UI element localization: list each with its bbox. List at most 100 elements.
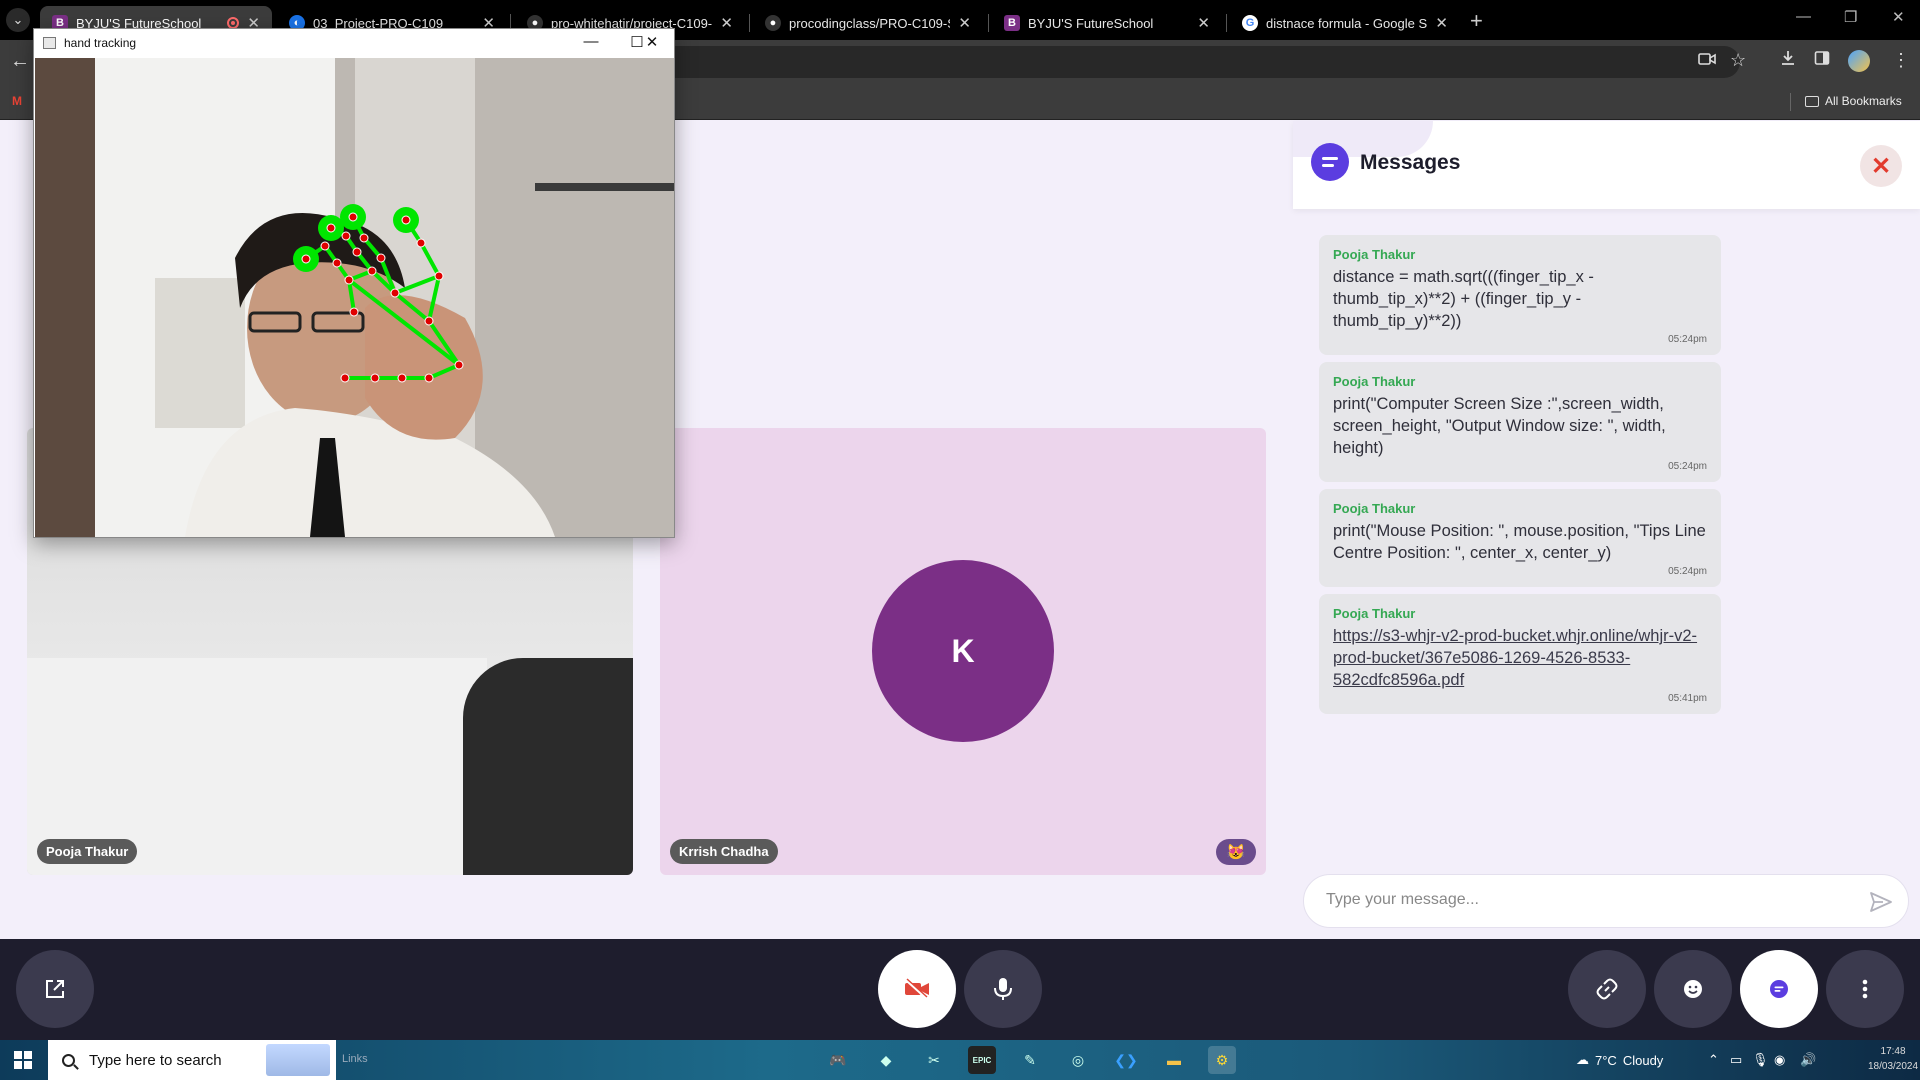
hand-tracking-titlebar[interactable]: hand tracking — ☐ ✕ [34,29,674,58]
video-feed-chair [463,658,633,875]
chrome-icon[interactable]: ◎ [1064,1046,1092,1074]
mic-tray-icon[interactable]: 🎙 [1752,1052,1769,1068]
participant-tile-krrish: K Krrish Chadha 😻 [660,428,1266,875]
close-chat-button[interactable]: ✕ [1860,145,1902,187]
windows-start-icon[interactable] [14,1051,32,1069]
chat-logo-icon [1311,143,1349,181]
tab-github-student[interactable]: ● procodingclass/PRO-C109-Stud ✕ [753,6,983,40]
reaction-emoji-icon: 😻 [1216,839,1256,865]
message-time: 05:24pm [1668,334,1707,345]
tab-label: BYJU'S FutureSchool [1028,15,1154,31]
vscode-icon[interactable]: ❮❯ [1112,1046,1140,1074]
sketch-app-icon[interactable]: ✎ [1016,1046,1044,1074]
tab-separator [749,14,750,32]
message-input[interactable] [1326,891,1846,909]
links-toolbar-label[interactable]: Links [342,1053,368,1065]
minimize-icon[interactable]: — [1796,8,1811,25]
hand-landmark-overlay [35,58,674,537]
github-icon: ● [765,15,781,31]
message-text: distance = math.sqrt(((finger_tip_x - th… [1333,268,1594,330]
message-sender: Pooja Thakur [1333,606,1416,621]
microphone-icon [994,978,1012,1000]
message-sender: Pooja Thakur [1333,247,1416,262]
more-options-button[interactable] [1826,950,1904,1028]
chat-toggle-button[interactable] [1740,950,1818,1028]
gamepad-icon[interactable]: 🎮 [824,1046,852,1074]
search-highlight-image [266,1044,330,1076]
call-control-bar [0,939,1920,1040]
side-panel-icon[interactable] [1814,50,1830,71]
share-link-button[interactable] [1568,950,1646,1028]
gmail-icon[interactable]: M [12,94,28,108]
tab-google-search[interactable]: G distnace formula - Google Sear ✕ [1230,6,1460,40]
message-time: 05:24pm [1668,461,1707,472]
chat-icon [1770,980,1788,998]
windows-taskbar: Type here to search Links 🎮 ◆ ✂ EPIC ✎ ◎… [0,1040,1920,1080]
reaction-button[interactable] [1654,950,1732,1028]
message-link[interactable]: https://s3-whjr-v2-prod-bucket.whjr.onli… [1333,625,1707,691]
window-app-icon [43,37,56,49]
close-tab-icon[interactable]: ✕ [720,14,733,32]
send-icon[interactable] [1867,888,1895,916]
taskbar-clock[interactable]: 17:48 18/03/2024 [1868,1044,1918,1074]
folder-icon [1805,95,1819,107]
message-input-box [1303,874,1909,928]
restore-icon[interactable]: ❐ [1844,8,1857,26]
tab-search-button[interactable]: ⌄ [6,8,30,32]
close-window-icon[interactable]: ✕ [1892,8,1905,26]
chat-message: Pooja Thakur print("Mouse Position: ", m… [1319,489,1721,587]
bookmark-star-icon[interactable]: ☆ [1730,50,1746,71]
weather-widget[interactable]: ☁ 7°C Cloudy [1576,1052,1663,1068]
link-icon [1596,978,1618,1000]
download-icon[interactable] [1780,50,1796,71]
close-window-icon[interactable]: ✕ [637,33,667,51]
tray-expand-icon[interactable]: ⌃ [1708,1052,1719,1068]
all-bookmarks-button[interactable]: All Bookmarks [1805,94,1902,108]
camera-active-icon[interactable] [1698,50,1716,71]
chat-message: Pooja Thakur https://s3-whjr-v2-prod-buc… [1319,594,1721,714]
python-icon[interactable]: ⚙ [1208,1046,1236,1074]
participant-name-tag: Krrish Chadha [670,839,778,864]
chat-message: Pooja Thakur distance = math.sqrt(((fing… [1319,235,1721,355]
message-sender: Pooja Thakur [1333,501,1416,516]
webcam-feed [35,58,674,537]
chat-title: Messages [1360,151,1461,174]
address-bar[interactable] [560,46,1740,78]
message-sender: Pooja Thakur [1333,374,1416,389]
chat-panel: Messages ✕ Pooja Thakur distance = math.… [1293,121,1920,939]
chat-header: Messages ✕ [1293,121,1920,209]
more-vertical-icon [1862,979,1868,999]
tab-label: procodingclass/PRO-C109-Stud [789,15,950,31]
clock-date: 18/03/2024 [1868,1061,1919,1072]
message-text: print("Computer Screen Size :",screen_wi… [1333,395,1666,457]
taskbar-search[interactable]: Type here to search [48,1040,336,1080]
close-tab-icon[interactable]: ✕ [958,14,971,32]
cloud-icon: ☁ [1576,1052,1589,1067]
new-tab-button[interactable]: + [1470,8,1483,34]
epic-games-icon[interactable]: EPIC [968,1046,996,1074]
volume-icon[interactable]: 🔊 [1800,1052,1816,1068]
camera-off-icon [905,978,929,999]
profile-avatar[interactable] [1848,50,1870,72]
message-time: 05:41pm [1668,693,1707,704]
more-menu-icon[interactable]: ⋮ [1892,50,1910,71]
close-tab-icon[interactable]: ✕ [1197,14,1210,32]
camera-toggle-button[interactable] [878,950,956,1028]
back-arrow-icon[interactable]: ← [10,50,30,73]
file-explorer-icon[interactable]: ▬ [1160,1046,1188,1074]
app-icon[interactable]: ◆ [872,1046,900,1074]
clock-time: 17:48 [1880,1046,1906,1057]
tab-separator [988,14,989,32]
tab-label: distnace formula - Google Sear [1266,15,1428,31]
tab-separator [1226,14,1227,32]
popout-button[interactable] [16,950,94,1028]
microphone-button[interactable] [964,950,1042,1028]
minimize-icon[interactable]: — [576,33,606,50]
camera-tray-icon[interactable]: ◉ [1774,1052,1785,1068]
network-icon[interactable]: ▭ [1730,1052,1742,1068]
close-tab-icon[interactable]: ✕ [1435,14,1448,32]
capcut-icon[interactable]: ✂ [920,1046,948,1074]
avatar: K [872,560,1054,742]
hand-tracking-window[interactable]: hand tracking — ☐ ✕ [33,28,675,538]
tab-byjus-futureschool-2[interactable]: B BYJU'S FutureSchool ✕ [992,6,1222,40]
